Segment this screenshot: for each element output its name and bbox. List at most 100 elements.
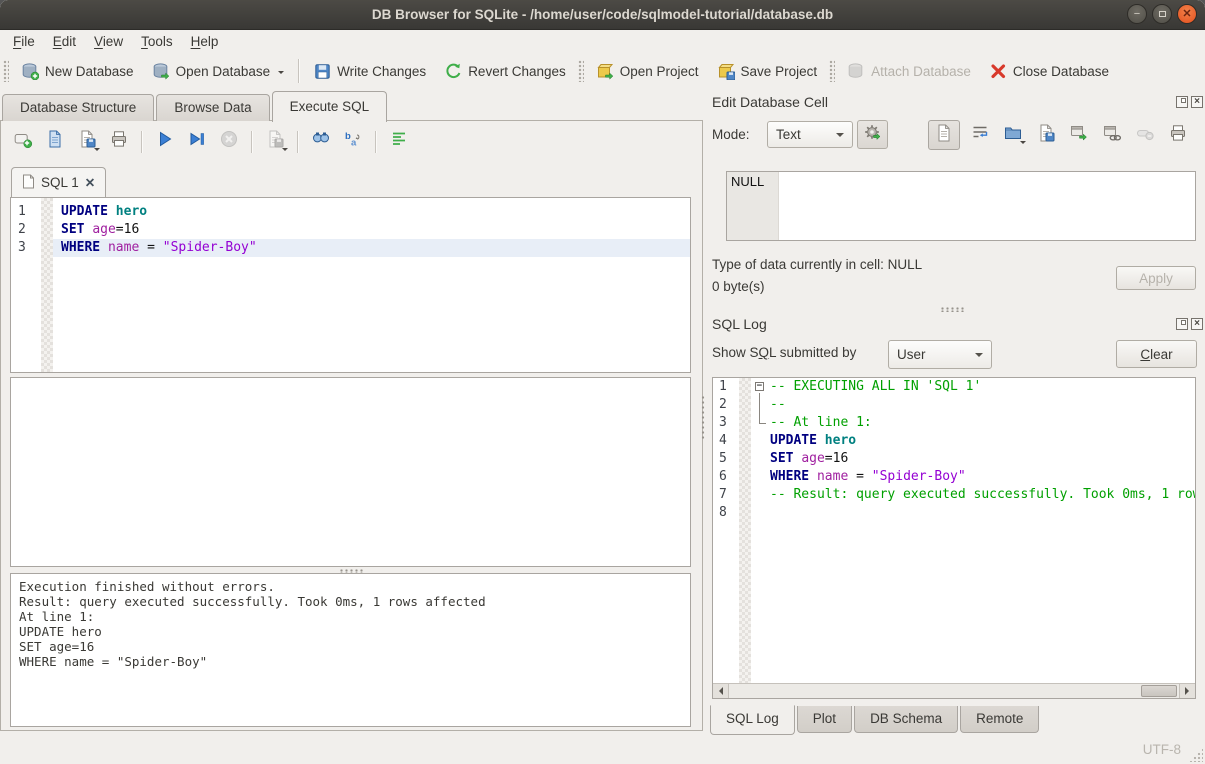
auto-apply-gear-button[interactable] [857, 120, 888, 149]
open-sql-tab-button[interactable] [9, 128, 36, 155]
tab-browse-data[interactable]: Browse Data [156, 94, 269, 121]
find-replace-button[interactable]: ba [339, 128, 366, 155]
dropdown-arrow-icon [975, 353, 983, 361]
fold-margin [755, 450, 770, 468]
submitted-by-select[interactable]: User [888, 340, 992, 369]
open-sql-file-icon [45, 129, 65, 154]
print-icon [1168, 123, 1188, 148]
write-changes-button[interactable]: Write Changes [304, 57, 435, 85]
code-line: 2-- [713, 396, 1195, 414]
copy-url-button[interactable] [1099, 122, 1125, 148]
toolbar-handle[interactable] [3, 60, 9, 82]
close-panel-icon[interactable]: × [1191, 318, 1203, 330]
word-wrap-button[interactable] [967, 122, 993, 148]
revert-changes-icon [444, 62, 462, 80]
tab-execute-sql[interactable]: Execute SQL [272, 91, 388, 122]
execute-current-line-button[interactable] [183, 128, 210, 155]
sql-editor-tab[interactable]: SQL 1 ✕ [11, 167, 106, 197]
export-data-icon [1036, 123, 1056, 148]
sql-log-view: 1−-- EXECUTING ALL IN 'SQL 1'2--3-- At l… [712, 377, 1196, 699]
toolbar-separator [297, 131, 298, 153]
float-panel-icon[interactable] [1176, 318, 1188, 330]
scrollbar-thumb[interactable] [1141, 685, 1177, 697]
code-line: 2SET age=16 [11, 221, 690, 239]
edit-cell-title: Edit Database Cell [712, 94, 828, 110]
word-wrap-icon [970, 123, 990, 148]
menu-file[interactable]: File [4, 32, 44, 51]
toolbar-separator [141, 131, 142, 153]
save-project-icon [717, 62, 735, 80]
tab-database-structure[interactable]: Database Structure [2, 94, 154, 121]
save-project-button[interactable]: Save Project [708, 57, 827, 85]
sql-editor[interactable]: 1UPDATE hero2SET age=163WHERE name = "Sp… [10, 197, 691, 373]
clear-button[interactable]: Clear [1116, 340, 1197, 368]
line-number: 7 [713, 486, 739, 504]
close-database-button[interactable]: Close Database [980, 57, 1118, 85]
save-sql-file-button[interactable] [73, 128, 100, 155]
code-line: 7-- Result: query executed successfully.… [713, 486, 1195, 504]
statusbar: UTF-8 [0, 736, 1205, 764]
import-data-button[interactable] [1000, 122, 1026, 148]
close-icon[interactable]: ✕ [1177, 4, 1197, 24]
toolbar-separator [375, 131, 376, 153]
maximize-icon[interactable] [1152, 4, 1172, 24]
code-line: 1UPDATE hero [11, 203, 690, 221]
submitted-by-value: User [897, 347, 926, 362]
format-sql-button[interactable] [385, 128, 412, 155]
resize-grip-icon[interactable] [1189, 748, 1203, 762]
new-database-button[interactable]: New Database [12, 57, 143, 85]
svg-text:a: a [351, 138, 357, 149]
dropdown-arrow-icon [94, 148, 100, 154]
minimize-icon[interactable]: − [1127, 4, 1147, 24]
toolbar-handle[interactable] [829, 60, 835, 82]
execute-all-button[interactable] [151, 128, 178, 155]
toolbar-button-label: Write Changes [337, 64, 426, 79]
sql-file-icon [22, 174, 35, 192]
scroll-left-icon[interactable] [713, 684, 729, 698]
open-project-button[interactable]: Open Project [587, 57, 708, 85]
close-panel-icon[interactable]: × [1191, 96, 1203, 108]
fold-margin [755, 396, 770, 414]
fold-margin [755, 432, 770, 450]
revert-changes-button[interactable]: Revert Changes [435, 57, 575, 85]
export-data-button[interactable] [1033, 122, 1059, 148]
mode-select[interactable]: Text [767, 121, 853, 148]
text-mode-button[interactable] [928, 120, 960, 150]
open-sql-file-button[interactable] [41, 128, 68, 155]
find-button[interactable] [307, 128, 334, 155]
open-database-button[interactable]: Open Database [143, 57, 294, 85]
dock-tab-remote[interactable]: Remote [960, 706, 1039, 733]
dock-tab-sql-log[interactable]: SQL Log [710, 705, 795, 735]
fold-margin [755, 486, 770, 504]
attach-database-button: Attach Database [838, 57, 980, 85]
menu-tools[interactable]: Tools [132, 32, 182, 51]
open-external-button[interactable] [1066, 122, 1092, 148]
line-number: 4 [713, 432, 739, 450]
fold-margin [755, 414, 770, 432]
window-title: DB Browser for SQLite - /home/user/code/… [0, 0, 1205, 30]
menu-edit[interactable]: Edit [44, 32, 85, 51]
scrollbar-track[interactable] [729, 684, 1179, 698]
cell-editor[interactable]: NULL [726, 171, 1196, 241]
close-tab-icon[interactable]: ✕ [85, 175, 95, 190]
menu-help[interactable]: Help [182, 32, 228, 51]
set-null-button [1132, 122, 1158, 148]
menu-view[interactable]: View [85, 32, 132, 51]
dock-splitter-handle[interactable] [940, 307, 966, 312]
float-panel-icon[interactable] [1176, 96, 1188, 108]
attach-database-icon [847, 62, 865, 80]
scroll-right-icon[interactable] [1179, 684, 1195, 698]
toolbar-button-label: Attach Database [871, 64, 971, 79]
dock-tab-db-schema[interactable]: DB Schema [854, 706, 958, 733]
sql-editor-toolbar: ba [9, 128, 412, 155]
new-database-icon [21, 62, 39, 80]
dock-tab-plot[interactable]: Plot [797, 706, 852, 733]
window-controls: −✕ [1127, 4, 1197, 24]
toolbar-button-label: Save Project [741, 64, 818, 79]
fold-marker-icon[interactable]: − [755, 378, 770, 396]
apply-button: Apply [1116, 266, 1196, 290]
text-mode-icon [934, 123, 954, 148]
print-button[interactable] [1165, 122, 1191, 148]
print-button[interactable] [105, 128, 132, 155]
toolbar-handle[interactable] [578, 60, 584, 82]
